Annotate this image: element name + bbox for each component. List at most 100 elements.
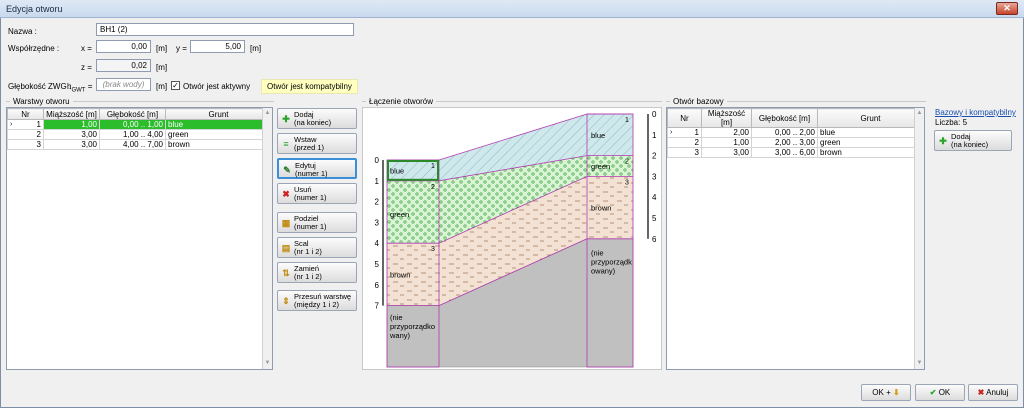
row-depth[interactable]: 0,00 .. 1,00 <box>99 119 166 130</box>
base-col-nr[interactable]: Nr <box>667 108 702 128</box>
name-input[interactable]: BH1 (2) <box>96 23 354 36</box>
base-count: Liczba: 5 <box>935 118 968 127</box>
row-nr: › 1 <box>7 119 44 130</box>
left-scale-tick: 5 <box>375 260 380 269</box>
table-row[interactable]: 2 3,00 1,00 .. 4,00 green <box>7 129 272 140</box>
active-checkbox-label: Otwór jest aktywny <box>183 82 251 91</box>
y-input[interactable]: 5,00 <box>190 40 245 53</box>
row-thickness[interactable]: 1,00 <box>43 119 100 130</box>
right-label-green: green <box>591 162 610 171</box>
layers-scrollbar[interactable]: ▲ ▼ <box>262 108 272 369</box>
connection-panel-title: Łączenie otworów <box>366 97 437 106</box>
left-label-green: green <box>390 210 409 219</box>
base-col-thickness[interactable]: Miąższość [m] <box>701 108 752 128</box>
cancel-label: Anuluj <box>986 388 1009 397</box>
base-col-depth[interactable]: Głębokość [m] <box>751 108 818 128</box>
ok-plus-button[interactable]: OK + ⬇ <box>861 384 911 401</box>
edit-sublabel: (numer 1) <box>295 169 328 178</box>
right-scale-tick: 6 <box>652 235 657 244</box>
row-depth[interactable]: 1,00 .. 4,00 <box>99 129 166 140</box>
base-row-thickness[interactable]: 2,00 <box>701 127 752 138</box>
col-soil[interactable]: Grunt <box>165 108 272 120</box>
row-soil[interactable]: green <box>165 129 272 140</box>
base-row-thickness[interactable]: 3,00 <box>701 147 752 158</box>
base-scroll-up-icon[interactable]: ▲ <box>915 110 924 116</box>
split-button[interactable]: ▦ Podziel (numer 1) <box>277 212 357 233</box>
base-row-depth[interactable]: 0,00 .. 2,00 <box>751 127 818 138</box>
left-label-unassigned: wany) <box>389 331 411 340</box>
ok-button[interactable]: ✔ OK <box>915 384 965 401</box>
right-label-unassigned: przyporządk <box>591 257 632 266</box>
table-row[interactable]: 3 3,00 4,00 .. 7,00 brown <box>7 139 272 150</box>
col-depth[interactable]: Głębokość [m] <box>99 108 166 120</box>
left-scale-tick: 4 <box>375 239 380 248</box>
row-thickness[interactable]: 3,00 <box>43 139 100 150</box>
right-label-brown: brown <box>591 204 611 213</box>
base-row-depth[interactable]: 3,00 .. 6,00 <box>751 147 818 158</box>
table-row[interactable]: › 1 2,00 0,00 .. 2,00 blue <box>667 127 924 138</box>
cancel-button[interactable]: ✖ Anuluj <box>968 384 1018 401</box>
table-row[interactable]: 2 1,00 2,00 .. 3,00 green <box>667 137 924 148</box>
active-checkbox[interactable]: ✓ <box>171 81 180 90</box>
scroll-up-icon[interactable]: ▲ <box>263 110 272 116</box>
delete-sublabel: (numer 1) <box>294 193 327 202</box>
move-boundary-button[interactable]: ⇕ Przesuń warstwę (między 1 i 2) <box>277 290 357 311</box>
add-sublabel: (na koniec) <box>294 118 332 127</box>
arrow-down-icon: ⬇ <box>892 388 900 397</box>
table-row[interactable]: › 1 1,00 0,00 .. 1,00 blue <box>7 119 272 130</box>
insert-icon: ≡ <box>283 139 289 149</box>
scroll-down-icon[interactable]: ▼ <box>263 360 272 366</box>
base-row-thickness[interactable]: 1,00 <box>701 137 752 148</box>
right-label-unassigned: (nie <box>591 248 604 257</box>
z-input: 0,02 <box>96 59 151 72</box>
window-title: Edycja otworu <box>6 4 63 14</box>
base-add-button[interactable]: ✚ Dodaj (na koniec) <box>934 130 1012 151</box>
base-row-depth[interactable]: 2,00 .. 3,00 <box>751 137 818 148</box>
delete-icon: ✖ <box>282 189 290 199</box>
cancel-x-icon: ✖ <box>977 388 985 397</box>
base-add-line2: (na koniec) <box>951 140 989 149</box>
col-nr[interactable]: Nr <box>7 108 44 120</box>
insert-button[interactable]: ≡ Wstaw (przed 1) <box>277 133 357 154</box>
right-layer-number: 3 <box>625 179 629 186</box>
base-row-soil[interactable]: green <box>817 137 924 148</box>
edit-button[interactable]: ✎ Edytuj (numer 1) <box>277 158 357 179</box>
gwt-unit: [m] <box>156 82 168 91</box>
right-label-blue: blue <box>591 131 605 140</box>
row-depth[interactable]: 4,00 .. 7,00 <box>99 139 166 150</box>
base-scrollbar[interactable]: ▲ ▼ <box>914 108 924 369</box>
x-input[interactable]: 0,00 <box>96 40 151 53</box>
split-sublabel: (numer 1) <box>294 222 327 231</box>
base-row-soil[interactable]: blue <box>817 127 924 138</box>
base-row-nr: 2 <box>667 137 702 148</box>
x-unit: [m] <box>156 44 168 53</box>
add-button[interactable]: ✚ Dodaj (na koniec) <box>277 108 357 129</box>
move-icon: ⇕ <box>282 296 290 306</box>
left-label-brown: brown <box>390 270 410 279</box>
swap-button[interactable]: ⇅ Zamień (nr 1 i 2) <box>277 262 357 283</box>
left-layer-number: 1 <box>431 163 435 170</box>
plus-icon: ✚ <box>939 136 947 146</box>
right-scale-tick: 0 <box>652 110 657 119</box>
swap-sublabel: (nr 1 i 2) <box>294 272 322 281</box>
base-scroll-down-icon[interactable]: ▼ <box>915 360 924 366</box>
layers-panel-title: Warstwy otworu <box>10 97 73 106</box>
table-row[interactable]: 3 3,00 3,00 .. 6,00 brown <box>667 147 924 158</box>
row-soil[interactable]: brown <box>165 139 272 150</box>
layers-table: Nr Miąższość [m] Głębokość [m] Grunt › 1 1… <box>6 107 273 370</box>
close-button[interactable]: ✕ <box>996 2 1018 15</box>
right-scale-tick: 3 <box>652 172 657 181</box>
y-unit: [m] <box>250 44 262 53</box>
left-label-unassigned: (nie <box>390 313 403 322</box>
gwt-input[interactable]: (brak wody) <box>96 78 151 91</box>
base-row-soil[interactable]: brown <box>817 147 924 158</box>
row-thickness[interactable]: 3,00 <box>43 129 100 140</box>
left-layer-number: 2 <box>431 184 435 191</box>
delete-button[interactable]: ✖ Usuń (numer 1) <box>277 183 357 204</box>
base-col-soil[interactable]: Grunt <box>817 108 924 128</box>
col-thickness[interactable]: Miąższość [m] <box>43 108 100 120</box>
row-soil[interactable]: blue <box>165 119 272 130</box>
base-row-nr: 3 <box>667 147 702 158</box>
merge-button[interactable]: ▤ Scal (nr 1 i 2) <box>277 237 357 258</box>
ok-plus-label: OK + <box>872 388 891 397</box>
